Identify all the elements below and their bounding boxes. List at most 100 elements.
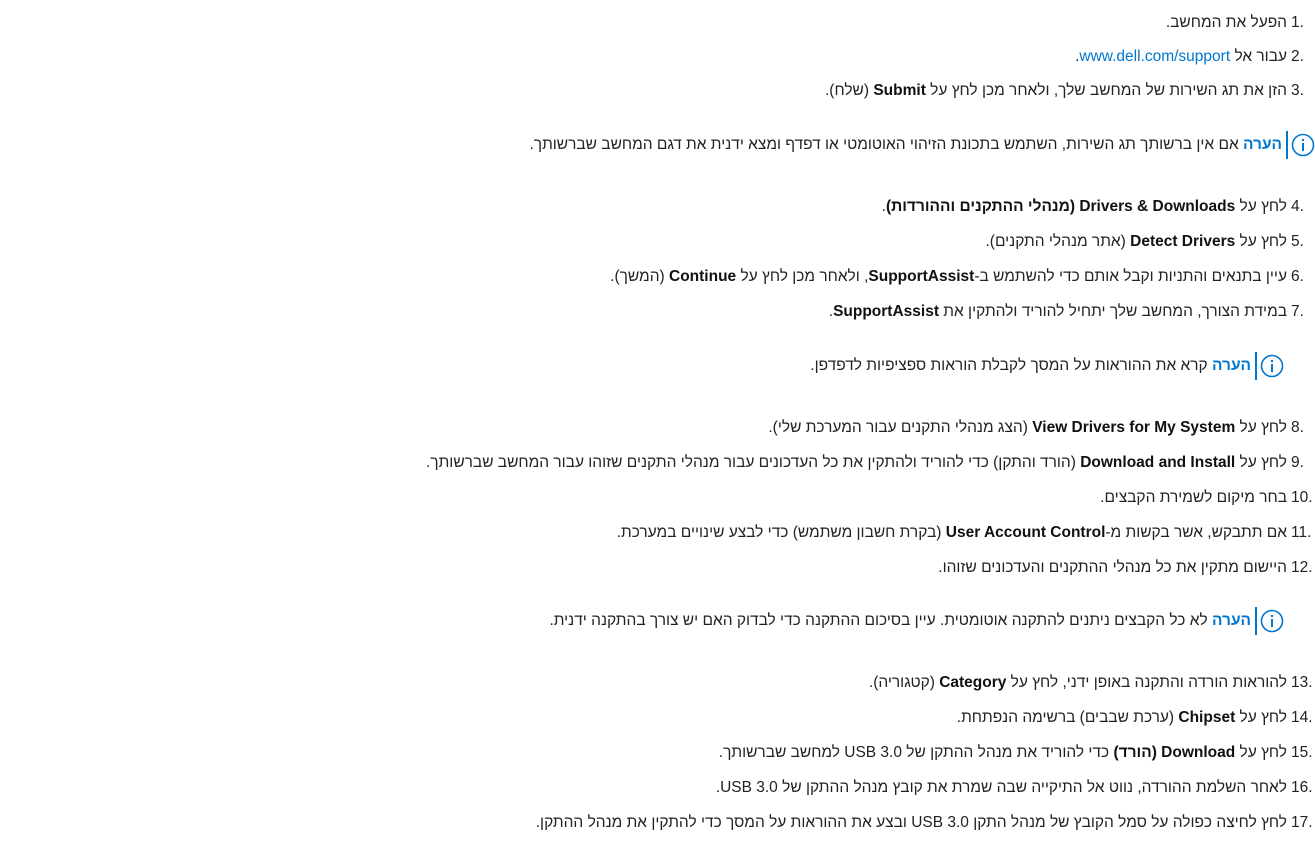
download-term: Download (הורד) — [1113, 744, 1236, 761]
step-number: 12. — [1291, 559, 1313, 576]
step-3: 3. הזן את תג השירות של המחשב שלך, ולאחר … — [0, 78, 1315, 104]
step-2: 2. עבור אל www.dell.com/support. — [0, 44, 1315, 70]
step-text-part: (ערכת שבבים) ברשימה הנפתחת. — [956, 709, 1179, 726]
note-label: הערה — [1212, 357, 1251, 374]
step-8: 8. לחץ על View Drivers for My System (הצ… — [0, 415, 1315, 441]
chipset-term: Chipset — [1178, 709, 1236, 726]
step-text: במידת הצורך, המחשב שלך יתחיל להוריד ולהת… — [829, 303, 1291, 321]
step-number: 14. — [1291, 709, 1313, 726]
step-number: 6. — [1291, 268, 1304, 285]
step-16: 16. לאחר השלמת ההורדה, נווט אל התיקייה ש… — [0, 775, 1315, 801]
step-text-part: (בקרת חשבון משתמש) כדי לבצע שינויים במער… — [616, 524, 946, 541]
step-text-part: עיין בתנאים והתניות וקבל אותם כדי להשתמש… — [974, 268, 1287, 285]
info-circle-icon — [1260, 609, 1284, 633]
info-circle-icon — [1260, 354, 1284, 378]
note-label: הערה — [1243, 136, 1282, 153]
note-divider — [1255, 352, 1257, 380]
step-text-part: לחץ על — [1235, 454, 1287, 471]
step-text-part: (הצג מנהלי התקנים עבור המערכת שלי). — [768, 419, 1033, 436]
supportassist-term: SupportAssist — [868, 268, 975, 285]
step-10: 10. בחר מיקום לשמירת הקבצים. — [0, 485, 1315, 511]
step-text: עיין בתנאים והתניות וקבל אותם כדי להשתמש… — [610, 268, 1291, 286]
submit-term: Submit — [873, 82, 926, 99]
step-9: 9. לחץ על Download and Install (הורד והת… — [0, 450, 1315, 476]
step-number: 13. — [1291, 674, 1313, 691]
note-body: לא כל הקבצים ניתנים להתקנה אוטומטית. עיי… — [549, 612, 1212, 629]
step-number: 7. — [1291, 303, 1304, 320]
step-number: 3. — [1291, 82, 1304, 99]
step-number: 2. — [1291, 48, 1304, 65]
note-text: הערה אם אין ברשותך תג השירות, השתמש בתכו… — [529, 136, 1282, 154]
step-text-part: עבור אל — [1230, 48, 1287, 65]
step-text: להוראות הורדה והתקנה באופן ידני, לחץ על … — [869, 674, 1291, 692]
step-text: לחץ על Download and Install (הורד והתקן)… — [426, 454, 1291, 472]
step-number: 11. — [1291, 524, 1312, 541]
step-number: 5. — [1291, 233, 1304, 250]
step-text-part: לחץ על — [1235, 198, 1287, 215]
step-7: 7. במידת הצורך, המחשב שלך יתחיל להוריד ו… — [0, 299, 1315, 325]
uac-term: User Account Control — [945, 524, 1106, 541]
note-body: אם אין ברשותך תג השירות, השתמש בתכונת הז… — [529, 136, 1243, 153]
step-number: 15. — [1291, 744, 1313, 761]
step-number: 9. — [1291, 454, 1304, 471]
step-11: 11. אם תתבקש, אשר בקשות מ-User Account C… — [0, 520, 1315, 546]
continue-term: Continue — [669, 268, 737, 285]
step-5: 5. לחץ על Detect Drivers (אתר מנהלי התקנ… — [0, 229, 1315, 255]
note-divider — [1286, 131, 1288, 159]
step-14: 14. לחץ על Chipset (ערכת שבבים) ברשימה ה… — [0, 705, 1315, 731]
step-text-part: (המשך). — [610, 268, 669, 285]
step-text: לחץ לחיצה כפולה על סמל הקובץ של מנהל התק… — [535, 814, 1287, 831]
step-text-part: כדי להוריד את מנהל ההתקן של USB 3.0 למחש… — [718, 744, 1114, 761]
step-6: 6. עיין בתנאים והתניות וקבל אותם כדי להש… — [0, 264, 1315, 290]
category-term: Category — [939, 674, 1007, 691]
step-text-part: לחץ על — [1235, 709, 1287, 726]
step-text: אם תתבקש, אשר בקשות מ-User Account Contr… — [617, 524, 1291, 542]
step-text-part: לחץ על — [1235, 419, 1287, 436]
step-text: הזן את תג השירות של המחשב שלך, ולאחר מכן… — [825, 82, 1291, 100]
note-body: קרא את ההוראות על המסך לקבלת הוראות ספצי… — [810, 357, 1212, 374]
step-text-part: (שלח). — [824, 82, 874, 99]
step-text: הפעל את המחשב. — [1165, 14, 1287, 31]
step-text: היישום מתקין את כל מנהלי ההתקנים והעדכונ… — [938, 559, 1287, 576]
drivers-downloads-term: Drivers & Downloads (מנהלי ההתקנים וההור… — [885, 198, 1236, 215]
step-text: לחץ על Detect Drivers (אתר מנהלי התקנים)… — [985, 233, 1291, 251]
download-install-term: Download and Install — [1080, 454, 1236, 471]
step-text-part: (הורד והתקן) כדי להוריד ולהתקין את כל הע… — [426, 454, 1081, 471]
dell-support-link[interactable]: www.dell.com/support — [1079, 48, 1230, 65]
step-4: 4. לחץ על Drivers & Downloads (מנהלי ההת… — [0, 194, 1315, 220]
step-text: עבור אל www.dell.com/support. — [1075, 48, 1291, 66]
step-text: לחץ על Chipset (ערכת שבבים) ברשימה הנפתח… — [957, 709, 1291, 727]
note-text: הערה לא כל הקבצים ניתנים להתקנה אוטומטית… — [549, 612, 1251, 630]
step-15: 15. לחץ על Download (הורד) כדי להוריד את… — [0, 740, 1315, 766]
step-text: לחץ על Drivers & Downloads (מנהלי ההתקני… — [882, 198, 1291, 216]
note-2: הערה קרא את ההוראות על המסך לקבלת הוראות… — [0, 350, 1284, 382]
note-label: הערה — [1212, 612, 1251, 629]
step-text-part: במידת הצורך, המחשב שלך יתחיל להוריד ולהת… — [939, 303, 1287, 320]
note-3: הערה לא כל הקבצים ניתנים להתקנה אוטומטית… — [0, 605, 1284, 637]
step-text-part: לחץ על — [1235, 744, 1287, 761]
supportassist-term: SupportAssist — [833, 303, 939, 320]
step-text-part: להוראות הורדה והתקנה באופן ידני, לחץ על — [1006, 674, 1287, 691]
step-1: 1. הפעל את המחשב. — [0, 10, 1315, 36]
note-divider — [1255, 607, 1257, 635]
step-text-part: , ולאחר מכן לחץ על — [736, 268, 869, 285]
step-text-part: אם תתבקש, אשר בקשות מ- — [1105, 524, 1287, 541]
step-12: 12. היישום מתקין את כל מנהלי ההתקנים והע… — [0, 555, 1315, 581]
detect-drivers-term: Detect Drivers — [1130, 233, 1236, 250]
step-number: 4. — [1291, 198, 1304, 215]
note-text: הערה קרא את ההוראות על המסך לקבלת הוראות… — [810, 357, 1251, 375]
step-text: לאחר השלמת ההורדה, נווט אל התיקייה שבה ש… — [715, 779, 1287, 796]
step-number: 16. — [1291, 779, 1313, 796]
step-text-part: (קטגוריה). — [868, 674, 940, 691]
step-13: 13. להוראות הורדה והתקנה באופן ידני, לחץ… — [0, 670, 1315, 696]
step-number: 10. — [1291, 489, 1313, 506]
step-text: בחר מיקום לשמירת הקבצים. — [1100, 489, 1287, 506]
step-number: 1. — [1291, 14, 1304, 31]
step-number: 17. — [1291, 814, 1313, 831]
step-17: 17. לחץ לחיצה כפולה על סמל הקובץ של מנהל… — [0, 810, 1315, 836]
step-text-part: לחץ על — [1235, 233, 1287, 250]
step-text: לחץ על View Drivers for My System (הצג מ… — [768, 419, 1291, 437]
note-1: הערה אם אין ברשותך תג השירות, השתמש בתכו… — [0, 129, 1315, 161]
step-text-part: הזן את תג השירות של המחשב שלך, ולאחר מכן… — [925, 82, 1287, 99]
step-text: לחץ על Download (הורד) כדי להוריד את מנה… — [719, 744, 1291, 762]
